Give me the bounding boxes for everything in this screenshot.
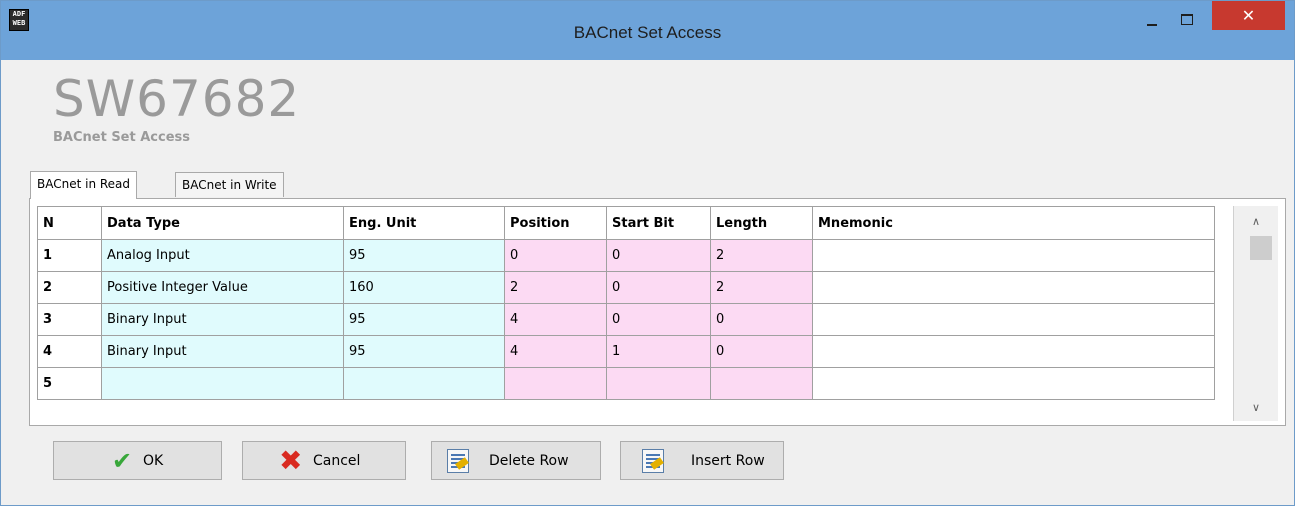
length-cell[interactable]: 2 (710, 271, 813, 304)
vertical-scrollbar[interactable]: ∧ ∨ (1233, 206, 1278, 421)
row-number: 3 (37, 303, 102, 336)
mnemonic-cell[interactable] (812, 335, 1215, 368)
ok-button[interactable]: ✔ OK (53, 441, 222, 480)
scroll-up-icon[interactable]: ∧ (1234, 210, 1278, 234)
column-header-mnemonic[interactable]: Mnemonic (812, 206, 1215, 240)
data-table: N Data Type Eng. Unit Position Start Bit… (37, 206, 1215, 400)
mnemonic-cell[interactable] (812, 239, 1215, 272)
column-header-length[interactable]: Length (710, 206, 813, 240)
product-subtitle: BACnet Set Access (53, 130, 191, 145)
window-title: BACnet Set Access (573, 23, 722, 42)
product-logo: SW67682 (53, 70, 301, 128)
table-row[interactable]: 4 Binary Input 95 4 1 0 (37, 335, 1215, 368)
row-number: 1 (37, 239, 102, 272)
cancel-button[interactable]: ✖ Cancel (242, 441, 406, 480)
position-cell[interactable]: 0 (504, 239, 607, 272)
length-cell[interactable]: 0 (710, 335, 813, 368)
mnemonic-cell[interactable] (812, 271, 1215, 304)
column-header-eng-unit[interactable]: Eng. Unit (343, 206, 505, 240)
delete-row-button[interactable]: Delete Row (431, 441, 601, 480)
document-edit-icon (447, 449, 469, 473)
length-cell[interactable]: 2 (710, 239, 813, 272)
tab-bacnet-in-read[interactable]: BACnet in Read (30, 171, 138, 199)
app-window: ADF WEB BACnet Set Access ✕ SW67682 BACn… (0, 0, 1295, 506)
insert-row-button[interactable]: Insert Row (620, 441, 784, 480)
x-icon: ✖ (279, 444, 303, 477)
mnemonic-cell[interactable] (812, 303, 1215, 336)
position-cell[interactable]: 4 (504, 335, 607, 368)
column-header-start-bit[interactable]: Start Bit (606, 206, 711, 240)
tab-panel: N Data Type Eng. Unit Position Start Bit… (29, 198, 1286, 426)
data-type-cell[interactable] (101, 367, 344, 400)
document-edit-icon (642, 449, 664, 473)
close-icon: ✕ (1241, 6, 1256, 25)
data-type-cell[interactable]: Binary Input (101, 335, 344, 368)
tab-bacnet-in-write[interactable]: BACnet in Write (175, 172, 284, 197)
start-bit-cell[interactable]: 0 (606, 239, 711, 272)
position-cell[interactable]: 4 (504, 303, 607, 336)
maximize-button[interactable] (1171, 1, 1203, 41)
title-bar[interactable]: ADF WEB BACnet Set Access ✕ (1, 1, 1294, 60)
length-cell[interactable]: 0 (710, 303, 813, 336)
table-row[interactable]: 5 (37, 367, 1215, 400)
minimize-button[interactable] (1136, 1, 1168, 41)
eng-unit-cell[interactable]: 95 (343, 239, 505, 272)
column-header-position[interactable]: Position (504, 206, 607, 240)
table-row[interactable]: 2 Positive Integer Value 160 2 0 2 (37, 271, 1215, 304)
eng-unit-cell[interactable]: 95 (343, 303, 505, 336)
ok-button-label: OK (143, 453, 164, 469)
start-bit-cell[interactable]: 1 (606, 335, 711, 368)
scroll-thumb[interactable] (1250, 236, 1272, 260)
row-number: 4 (37, 335, 102, 368)
eng-unit-cell[interactable]: 160 (343, 271, 505, 304)
content-area: SW67682 BACnet Set Access BACnet in Read… (9, 60, 1286, 500)
check-icon: ✔ (112, 447, 133, 475)
delete-row-button-label: Delete Row (489, 453, 569, 469)
column-header-data-type[interactable]: Data Type (101, 206, 344, 240)
scroll-down-icon[interactable]: ∨ (1234, 396, 1278, 420)
start-bit-cell[interactable]: 0 (606, 271, 711, 304)
close-button[interactable]: ✕ (1212, 1, 1285, 30)
data-type-cell[interactable]: Analog Input (101, 239, 344, 272)
data-type-cell[interactable]: Positive Integer Value (101, 271, 344, 304)
position-cell[interactable]: 2 (504, 271, 607, 304)
button-bar: ✔ OK ✖ Cancel Delete Row Insert Row (30, 424, 1285, 480)
length-cell[interactable] (710, 367, 813, 400)
row-number: 2 (37, 271, 102, 304)
table-header-row: N Data Type Eng. Unit Position Start Bit… (37, 206, 1215, 240)
column-header-n[interactable]: N (37, 206, 102, 240)
position-cell[interactable] (504, 367, 607, 400)
start-bit-cell[interactable] (606, 367, 711, 400)
data-type-cell[interactable]: Binary Input (101, 303, 344, 336)
row-number: 5 (37, 367, 102, 400)
eng-unit-cell[interactable] (343, 367, 505, 400)
insert-row-button-label: Insert Row (691, 453, 765, 469)
cancel-button-label: Cancel (313, 453, 361, 469)
start-bit-cell[interactable]: 0 (606, 303, 711, 336)
eng-unit-cell[interactable]: 95 (343, 335, 505, 368)
table-row[interactable]: 3 Binary Input 95 4 0 0 (37, 303, 1215, 336)
table-row[interactable]: 1 Analog Input 95 0 0 2 (37, 239, 1215, 272)
mnemonic-cell[interactable] (812, 367, 1215, 400)
